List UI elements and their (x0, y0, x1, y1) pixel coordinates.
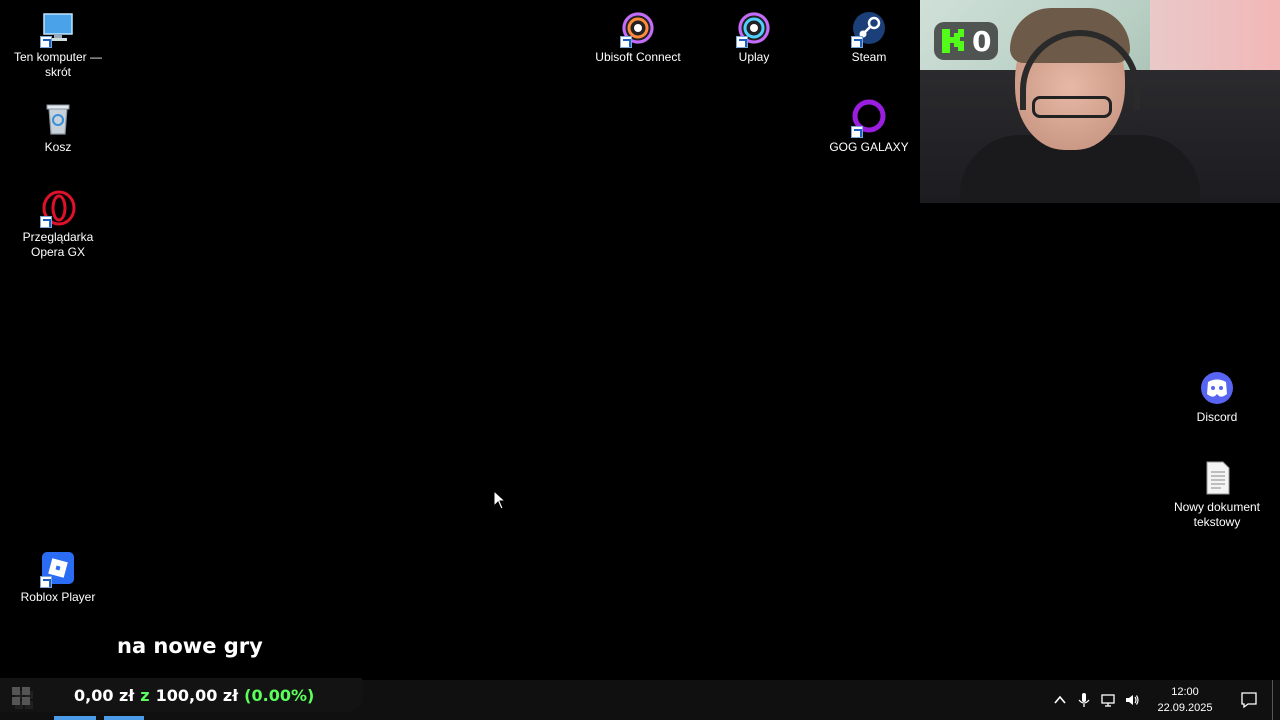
notification-icon (1241, 692, 1257, 709)
desktop-icon-label: Przeglądarka Opera GX (22, 230, 94, 259)
discord-icon (1197, 368, 1237, 408)
kick-counter: 0 (934, 22, 998, 60)
desktop-icon-gog-galaxy[interactable]: GOG GALAXY (819, 98, 919, 155)
kick-count: 0 (972, 24, 992, 58)
desktop-icon-discord[interactable]: Discord (1167, 368, 1267, 425)
network-icon[interactable] (1096, 680, 1120, 720)
taskbar-active-indicator (104, 716, 144, 720)
ubisoft-icon (734, 8, 774, 48)
action-center-button[interactable] (1226, 680, 1272, 720)
desktop-icon-this-pc[interactable]: Ten komputer — skrót (8, 8, 108, 80)
desktop-icon-steam[interactable]: Steam (819, 8, 919, 65)
donation-goal: 100,00 zł (155, 685, 239, 705)
ubisoft-icon (618, 8, 658, 48)
roblox-icon (38, 548, 78, 588)
desktop-icon-label: GOG GALAXY (829, 140, 909, 154)
desktop-icon-recycle-bin[interactable]: Kosz (8, 98, 108, 155)
donation-of: z (140, 685, 150, 705)
desktop-icon-label: Roblox Player (20, 590, 96, 604)
desktop-icon-label: Uplay (738, 50, 770, 64)
windows-logo-icon (12, 687, 30, 705)
donation-percent: (0.00%) (244, 685, 315, 705)
gog-galaxy-icon (849, 98, 889, 138)
volume-icon[interactable] (1120, 680, 1144, 720)
opera-gx-icon (38, 188, 78, 228)
desktop-icon-label: Steam (851, 50, 887, 64)
desktop-icon-label: Nowy dokument tekstowy (1173, 500, 1261, 529)
desktop-icon-text-document[interactable]: Nowy dokument tekstowy (1167, 458, 1267, 530)
text-document-icon (1197, 458, 1237, 498)
donation-goal-bar: 0,00 zł z 100,00 zł (0.00%) (0, 678, 362, 712)
recycle-bin-icon (38, 98, 78, 138)
taskbar-clock[interactable]: 12:00 22.09.2025 (1144, 684, 1226, 716)
desktop-icon-label: Ubisoft Connect (595, 50, 681, 64)
donation-current: 0,00 zł (74, 685, 135, 705)
mouse-cursor-icon (493, 490, 507, 510)
desktop-icon-opera-gx[interactable]: Przeglądarka Opera GX (8, 188, 108, 260)
desktop-icon-ubisoft-connect[interactable]: Ubisoft Connect (588, 8, 688, 65)
steam-icon (849, 8, 889, 48)
clock-time: 12:00 (1171, 686, 1199, 698)
stream-caption: na nowe gry (117, 634, 263, 658)
desktop-icon-label: Kosz (44, 140, 72, 154)
taskbar-active-indicator (54, 716, 96, 720)
computer-icon (38, 8, 78, 48)
microphone-icon[interactable] (1072, 680, 1096, 720)
kick-logo-icon (942, 29, 964, 53)
desktop-icon-roblox[interactable]: Roblox Player (8, 548, 108, 605)
desktop-icon-label: Ten komputer — skrót (13, 50, 103, 79)
clock-date: 22.09.2025 (1157, 702, 1213, 714)
show-desktop-button[interactable] (1272, 680, 1280, 720)
chevron-up-icon[interactable] (1048, 680, 1072, 720)
system-tray: 12:00 22.09.2025 (1048, 680, 1280, 720)
desktop-icon-uplay[interactable]: Uplay (704, 8, 804, 65)
desktop-icon-label: Discord (1196, 410, 1238, 424)
